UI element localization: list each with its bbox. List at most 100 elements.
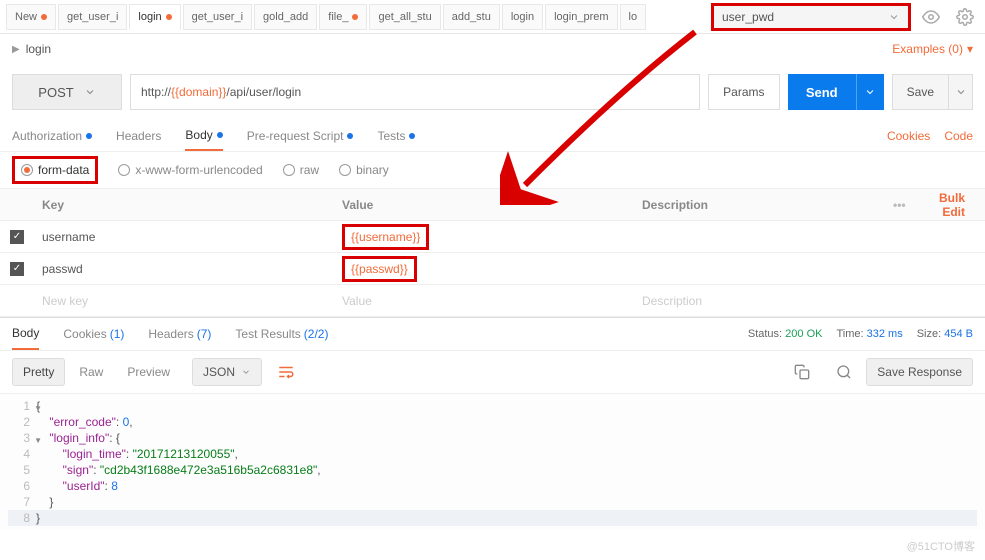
- key-cell[interactable]: username: [34, 230, 334, 244]
- table-header-row: Key Value Description ••• Bulk Edit: [0, 189, 985, 221]
- url-input[interactable]: http://{{domain}}/api/user/login: [130, 74, 700, 110]
- response-meta: Status: 200 OK Time: 332 ms Size: 454 B: [748, 328, 973, 340]
- tab-headers[interactable]: Headers: [116, 120, 161, 151]
- time-value: 332 ms: [867, 328, 903, 340]
- resp-tab-headers[interactable]: Headers(7): [148, 318, 211, 350]
- desc-placeholder[interactable]: Description: [634, 294, 885, 308]
- wrap-lines-button[interactable]: [272, 358, 300, 386]
- tab-gold-add[interactable]: gold_add: [254, 4, 317, 30]
- caret-right-icon: ▶: [12, 44, 20, 55]
- col-description: Description: [634, 198, 885, 212]
- http-method-select[interactable]: POST: [12, 74, 122, 110]
- tab-prerequest[interactable]: Pre-request Script: [247, 120, 354, 151]
- dirty-dot-icon: [352, 14, 358, 20]
- value-placeholder[interactable]: Value: [334, 294, 634, 308]
- cookies-link[interactable]: Cookies: [887, 129, 930, 143]
- table-row-new[interactable]: New key Value Description: [0, 285, 985, 317]
- tab-login-prem[interactable]: login_prem: [545, 4, 617, 30]
- radio-icon: [283, 164, 295, 176]
- tab-add-stu[interactable]: add_stu: [443, 4, 500, 30]
- tab-tests[interactable]: Tests: [377, 120, 415, 151]
- tab-file[interactable]: file_: [319, 4, 367, 30]
- breadcrumb: ▶ login Examples (0) ▾: [0, 34, 985, 64]
- eye-icon: [922, 8, 940, 26]
- dirty-dot-icon: [166, 14, 172, 20]
- save-dropdown[interactable]: [948, 75, 972, 109]
- save-button[interactable]: Save: [892, 74, 973, 110]
- chevron-down-icon: [241, 367, 251, 377]
- status-dot-icon: [217, 132, 223, 138]
- request-builder-row: POST http://{{domain}}/api/user/login Pa…: [0, 64, 985, 120]
- search-icon: [836, 364, 852, 380]
- key-placeholder[interactable]: New key: [34, 294, 334, 308]
- tab-authorization[interactable]: Authorization: [12, 120, 92, 151]
- tab-get-user-1[interactable]: get_user_i: [58, 4, 127, 30]
- chevron-down-icon: ▾: [967, 42, 973, 56]
- save-response-button[interactable]: Save Response: [866, 358, 973, 386]
- radio-icon: [21, 164, 33, 176]
- chevron-down-icon: [84, 86, 96, 98]
- resp-tab-body[interactable]: Body: [12, 318, 39, 350]
- row-checkbox[interactable]: ✓: [10, 262, 24, 276]
- status-dot-icon: [86, 133, 92, 139]
- resp-tab-testresults[interactable]: Test Results(2/2): [235, 318, 328, 350]
- table-row: ✓ passwd {{passwd}}: [0, 253, 985, 285]
- status-dot-icon: [347, 133, 353, 139]
- body-type-selector: form-data x-www-form-urlencoded raw bina…: [0, 152, 985, 188]
- examples-link[interactable]: Examples (0): [892, 42, 963, 56]
- request-section-tabs: Authorization Headers Body Pre-request S…: [0, 120, 985, 152]
- search-response-button[interactable]: [830, 358, 858, 386]
- wrap-icon: [277, 363, 295, 381]
- watermark: @51CTO博客: [907, 538, 975, 554]
- formdata-table: Key Value Description ••• Bulk Edit ✓ us…: [0, 188, 985, 317]
- environment-name: user_pwd: [722, 10, 774, 24]
- chevron-down-icon: [864, 86, 876, 98]
- env-quicklook-button[interactable]: [917, 3, 945, 31]
- dirty-dot-icon: [41, 14, 47, 20]
- tab-get-all-stu[interactable]: get_all_stu: [369, 4, 440, 30]
- send-dropdown[interactable]: [856, 74, 884, 110]
- code-link[interactable]: Code: [944, 129, 973, 143]
- key-cell[interactable]: passwd: [34, 262, 334, 276]
- resp-tab-cookies[interactable]: Cookies(1): [63, 318, 124, 350]
- response-section-tabs: Body Cookies(1) Headers(7) Test Results(…: [0, 317, 985, 351]
- row-checkbox[interactable]: ✓: [10, 230, 24, 244]
- size-value: 454 B: [944, 328, 973, 340]
- col-key: Key: [34, 198, 334, 212]
- value-cell[interactable]: {{passwd}}: [334, 256, 634, 282]
- env-settings-button[interactable]: [951, 3, 979, 31]
- request-tabs-bar: New get_user_i login get_user_i gold_add…: [0, 0, 985, 34]
- body-type-xwww[interactable]: x-www-form-urlencoded: [118, 163, 262, 177]
- view-preview[interactable]: Preview: [117, 359, 180, 385]
- more-icon[interactable]: •••: [893, 198, 914, 212]
- response-toolbar: Pretty Raw Preview JSON Save Response: [0, 351, 985, 393]
- request-name: login: [26, 42, 51, 56]
- tab-lo[interactable]: lo: [620, 4, 647, 30]
- environment-select[interactable]: user_pwd: [711, 3, 911, 31]
- tab-get-user-2[interactable]: get_user_i: [183, 4, 252, 30]
- status-value: 200 OK: [785, 328, 822, 340]
- tab-new[interactable]: New: [6, 4, 56, 30]
- tab-body[interactable]: Body: [185, 120, 222, 151]
- format-select[interactable]: JSON: [192, 358, 262, 386]
- radio-icon: [339, 164, 351, 176]
- bulk-edit-link[interactable]: Bulk Edit: [924, 191, 977, 219]
- table-row: ✓ username {{username}}: [0, 221, 985, 253]
- tab-login-2[interactable]: login: [502, 4, 543, 30]
- chevron-down-icon: [888, 11, 900, 23]
- copy-icon: [794, 364, 810, 380]
- send-button[interactable]: Send: [788, 74, 884, 110]
- gear-icon: [956, 8, 974, 26]
- body-type-raw[interactable]: raw: [283, 163, 319, 177]
- view-raw[interactable]: Raw: [69, 359, 113, 385]
- body-type-binary[interactable]: binary: [339, 163, 389, 177]
- col-value: Value: [334, 198, 634, 212]
- value-cell[interactable]: {{username}}: [334, 224, 634, 250]
- copy-response-button[interactable]: [788, 358, 816, 386]
- view-pretty[interactable]: Pretty: [12, 358, 65, 386]
- body-type-formdata[interactable]: form-data: [12, 156, 98, 184]
- params-button[interactable]: Params: [708, 74, 780, 110]
- radio-icon: [118, 164, 130, 176]
- tab-login-active[interactable]: login: [129, 4, 180, 30]
- response-body[interactable]: 1▼{ 2 "error_code": 0, 3▼ "login_info": …: [0, 393, 985, 530]
